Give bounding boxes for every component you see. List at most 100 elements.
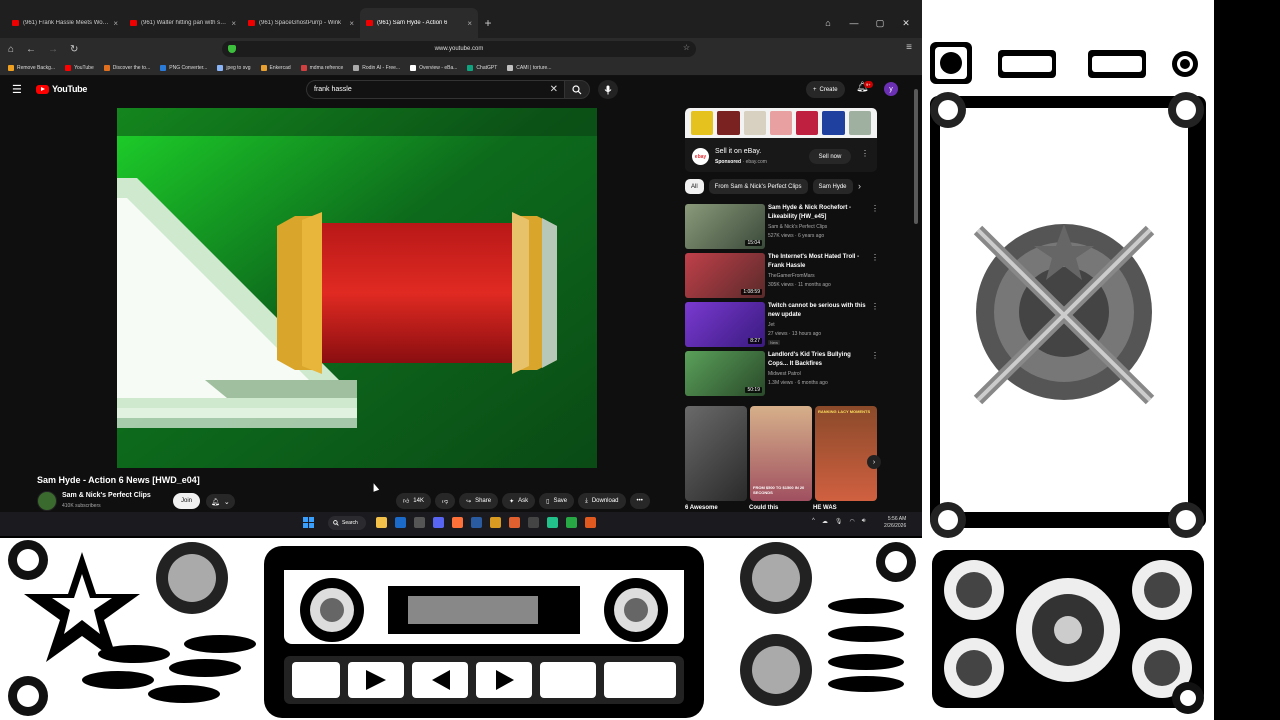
volume-icon[interactable]: 🔊︎	[862, 518, 866, 525]
bookmark-item[interactable]: ChatGPT	[467, 64, 497, 71]
recommended-video[interactable]: 15:04 Sam Hyde & Nick Rochefort - Likeabi…	[685, 204, 879, 250]
chevron-up-icon[interactable]: ^	[812, 518, 815, 525]
save-button[interactable]: ▯ Save	[539, 493, 575, 509]
discord-icon[interactable]	[433, 517, 444, 528]
search-input[interactable]: frank hassle ✕	[306, 80, 564, 99]
new-tab-button[interactable]: +	[478, 8, 498, 38]
app-icon[interactable]	[528, 517, 539, 528]
maximize-icon[interactable]: ▢	[874, 18, 886, 29]
download-button[interactable]: ⤓ Download	[578, 493, 626, 509]
bookmark-item[interactable]: CAMI | torture...	[507, 64, 551, 71]
short-thumbnail[interactable]: FROM $500 TO $1500 IN 20 SECONDS	[750, 406, 812, 501]
more-vertical-icon[interactable]: ⋮	[861, 149, 869, 158]
recommended-channel-name[interactable]: Jet	[768, 322, 775, 328]
short-title[interactable]: Could this	[749, 505, 813, 511]
video-thumbnail[interactable]: 8:27	[685, 302, 765, 347]
menu-icon[interactable]: ≡	[906, 42, 912, 53]
chip-all[interactable]: All	[685, 179, 704, 194]
sell-now-button[interactable]: Sell now	[809, 149, 851, 164]
avatar[interactable]: y	[884, 82, 898, 96]
more-vertical-icon[interactable]: ⋮	[871, 253, 879, 262]
more-vertical-icon[interactable]: ⋮	[871, 204, 879, 213]
minimize-icon[interactable]: —	[848, 18, 860, 29]
bookmark-item[interactable]: Rodin AI - Free...	[353, 64, 400, 71]
short-title[interactable]: 6 Awesome	[685, 505, 749, 511]
browser-tab[interactable]: (961) Walter hitting pan with spoo ×	[124, 8, 242, 38]
firefox-icon[interactable]	[452, 517, 463, 528]
wifi-icon[interactable]: ◠	[849, 518, 854, 525]
join-button[interactable]: Join	[173, 493, 200, 509]
recommended-video[interactable]: 1:08:59 The Internet's Most Hated Troll -…	[685, 253, 879, 299]
bookmark-item[interactable]: jpeg to svg	[217, 64, 251, 71]
more-actions-button[interactable]: •••	[629, 493, 650, 509]
close-tab-icon[interactable]: ×	[349, 19, 354, 28]
search-button[interactable]	[564, 80, 590, 99]
hamburger-menu-icon[interactable]: ☰	[12, 83, 22, 96]
recommended-video[interactable]: 8:27 Twitch cannot be serious with this n…	[685, 302, 879, 348]
recommended-channel-name[interactable]: Sam & Nick's Perfect Clips	[768, 224, 827, 230]
windows-start-icon[interactable]	[303, 517, 314, 528]
bookmark-item[interactable]: PNG Converter...	[160, 64, 207, 71]
like-button[interactable]: 👍︎ 14K	[396, 493, 431, 509]
shorts-next-button[interactable]: ›	[867, 455, 881, 469]
back-icon[interactable]: ←	[26, 44, 36, 55]
app-icon[interactable]	[566, 517, 577, 528]
share-button[interactable]: ↪ Share	[459, 493, 499, 509]
video-thumbnail[interactable]: 15:04	[685, 204, 765, 249]
close-tab-icon[interactable]: ×	[467, 19, 472, 28]
cloud-icon[interactable]: ☁	[822, 518, 828, 525]
ebay-ad[interactable]: ebay Sell it on eBay. Sponsored · ebay.c…	[685, 108, 877, 172]
close-window-icon[interactable]: ✕	[900, 18, 912, 29]
chip-channel[interactable]: From Sam & Nick's Perfect Clips	[708, 179, 808, 194]
bookmark-item[interactable]: Remove Backg...	[8, 64, 55, 71]
bookmark-star-icon[interactable]: ☆	[683, 43, 690, 52]
recommended-video[interactable]: 50:19 Landlord's Kid Tries Bullying Cops.…	[685, 351, 879, 397]
voice-search-button[interactable]	[598, 80, 618, 99]
channel-name[interactable]: Sam & Nick's Perfect Clips	[62, 492, 151, 499]
ask-button[interactable]: ✦ Ask	[502, 493, 536, 509]
bookmark-item[interactable]: mdma refrence	[300, 64, 343, 71]
app-icon[interactable]	[471, 517, 482, 528]
reload-icon[interactable]: ↻	[70, 44, 78, 55]
browser-tab-active[interactable]: (961) Sam Hyde - Action 6 ×	[360, 8, 478, 38]
microphone-icon[interactable]: 🎙︎	[835, 518, 843, 525]
taskbar-search[interactable]: Search	[328, 516, 366, 530]
shield-icon[interactable]	[228, 45, 236, 53]
recommended-channel-name[interactable]: TheGamerFromMars	[768, 273, 815, 279]
channel-avatar[interactable]	[37, 491, 57, 511]
taskbar-clock[interactable]: 5:56 AM 2/26/2026	[884, 516, 906, 530]
chip-topic[interactable]: Sam Hyde	[812, 179, 853, 194]
home-icon[interactable]: ⌂	[822, 18, 834, 29]
create-button[interactable]: + Create	[806, 81, 845, 98]
more-vertical-icon[interactable]: ⋮	[871, 302, 879, 311]
chevron-right-icon[interactable]: ›	[858, 181, 861, 191]
short-title[interactable]: HE WAS	[813, 505, 877, 511]
subscribe-notifications-button[interactable]: 🔔︎ ⌄	[206, 494, 235, 509]
app-icon[interactable]	[414, 517, 425, 528]
youtube-logo[interactable]: YouTube	[36, 84, 87, 94]
recommended-channel-name[interactable]: Midwest Patrol	[768, 371, 801, 377]
browser-tab[interactable]: (961) Frank Hassle Meets WorldOf ×	[6, 8, 124, 38]
recommended-video-title[interactable]: The Internet's Most Hated Troll - Frank …	[768, 253, 866, 271]
browser-icon[interactable]	[585, 517, 596, 528]
video-thumbnail[interactable]: 1:08:59	[685, 253, 765, 298]
close-tab-icon[interactable]: ×	[231, 19, 236, 28]
steam-icon[interactable]	[395, 517, 406, 528]
recommended-video-title[interactable]: Twitch cannot be serious with this new u…	[768, 302, 866, 320]
dislike-button[interactable]: 👎︎	[434, 493, 456, 509]
video-player[interactable]	[117, 108, 597, 468]
bookmark-item[interactable]: Enkercad	[260, 64, 291, 71]
app-icon[interactable]	[490, 517, 501, 528]
more-vertical-icon[interactable]: ⋮	[871, 351, 879, 360]
close-tab-icon[interactable]: ×	[113, 19, 118, 28]
address-bar[interactable]: www.youtube.com ☆	[222, 41, 696, 57]
bookmark-item[interactable]: Discover the to...	[103, 64, 150, 71]
short-thumbnail[interactable]: RANKING LACY MOMENTS	[815, 406, 877, 501]
home-icon[interactable]: ⌂	[8, 44, 14, 55]
bookmark-item[interactable]: YouTube	[65, 64, 94, 71]
app-icon[interactable]	[547, 517, 558, 528]
recommended-video-title[interactable]: Landlord's Kid Tries Bullying Cops... It…	[768, 351, 866, 369]
browser-tab[interactable]: (961) SpaceGhostPurrp - Wink ×	[242, 8, 360, 38]
scrollbar-thumb[interactable]	[914, 89, 918, 224]
recommended-video-title[interactable]: Sam Hyde & Nick Rochefort - Likeability …	[768, 204, 866, 222]
